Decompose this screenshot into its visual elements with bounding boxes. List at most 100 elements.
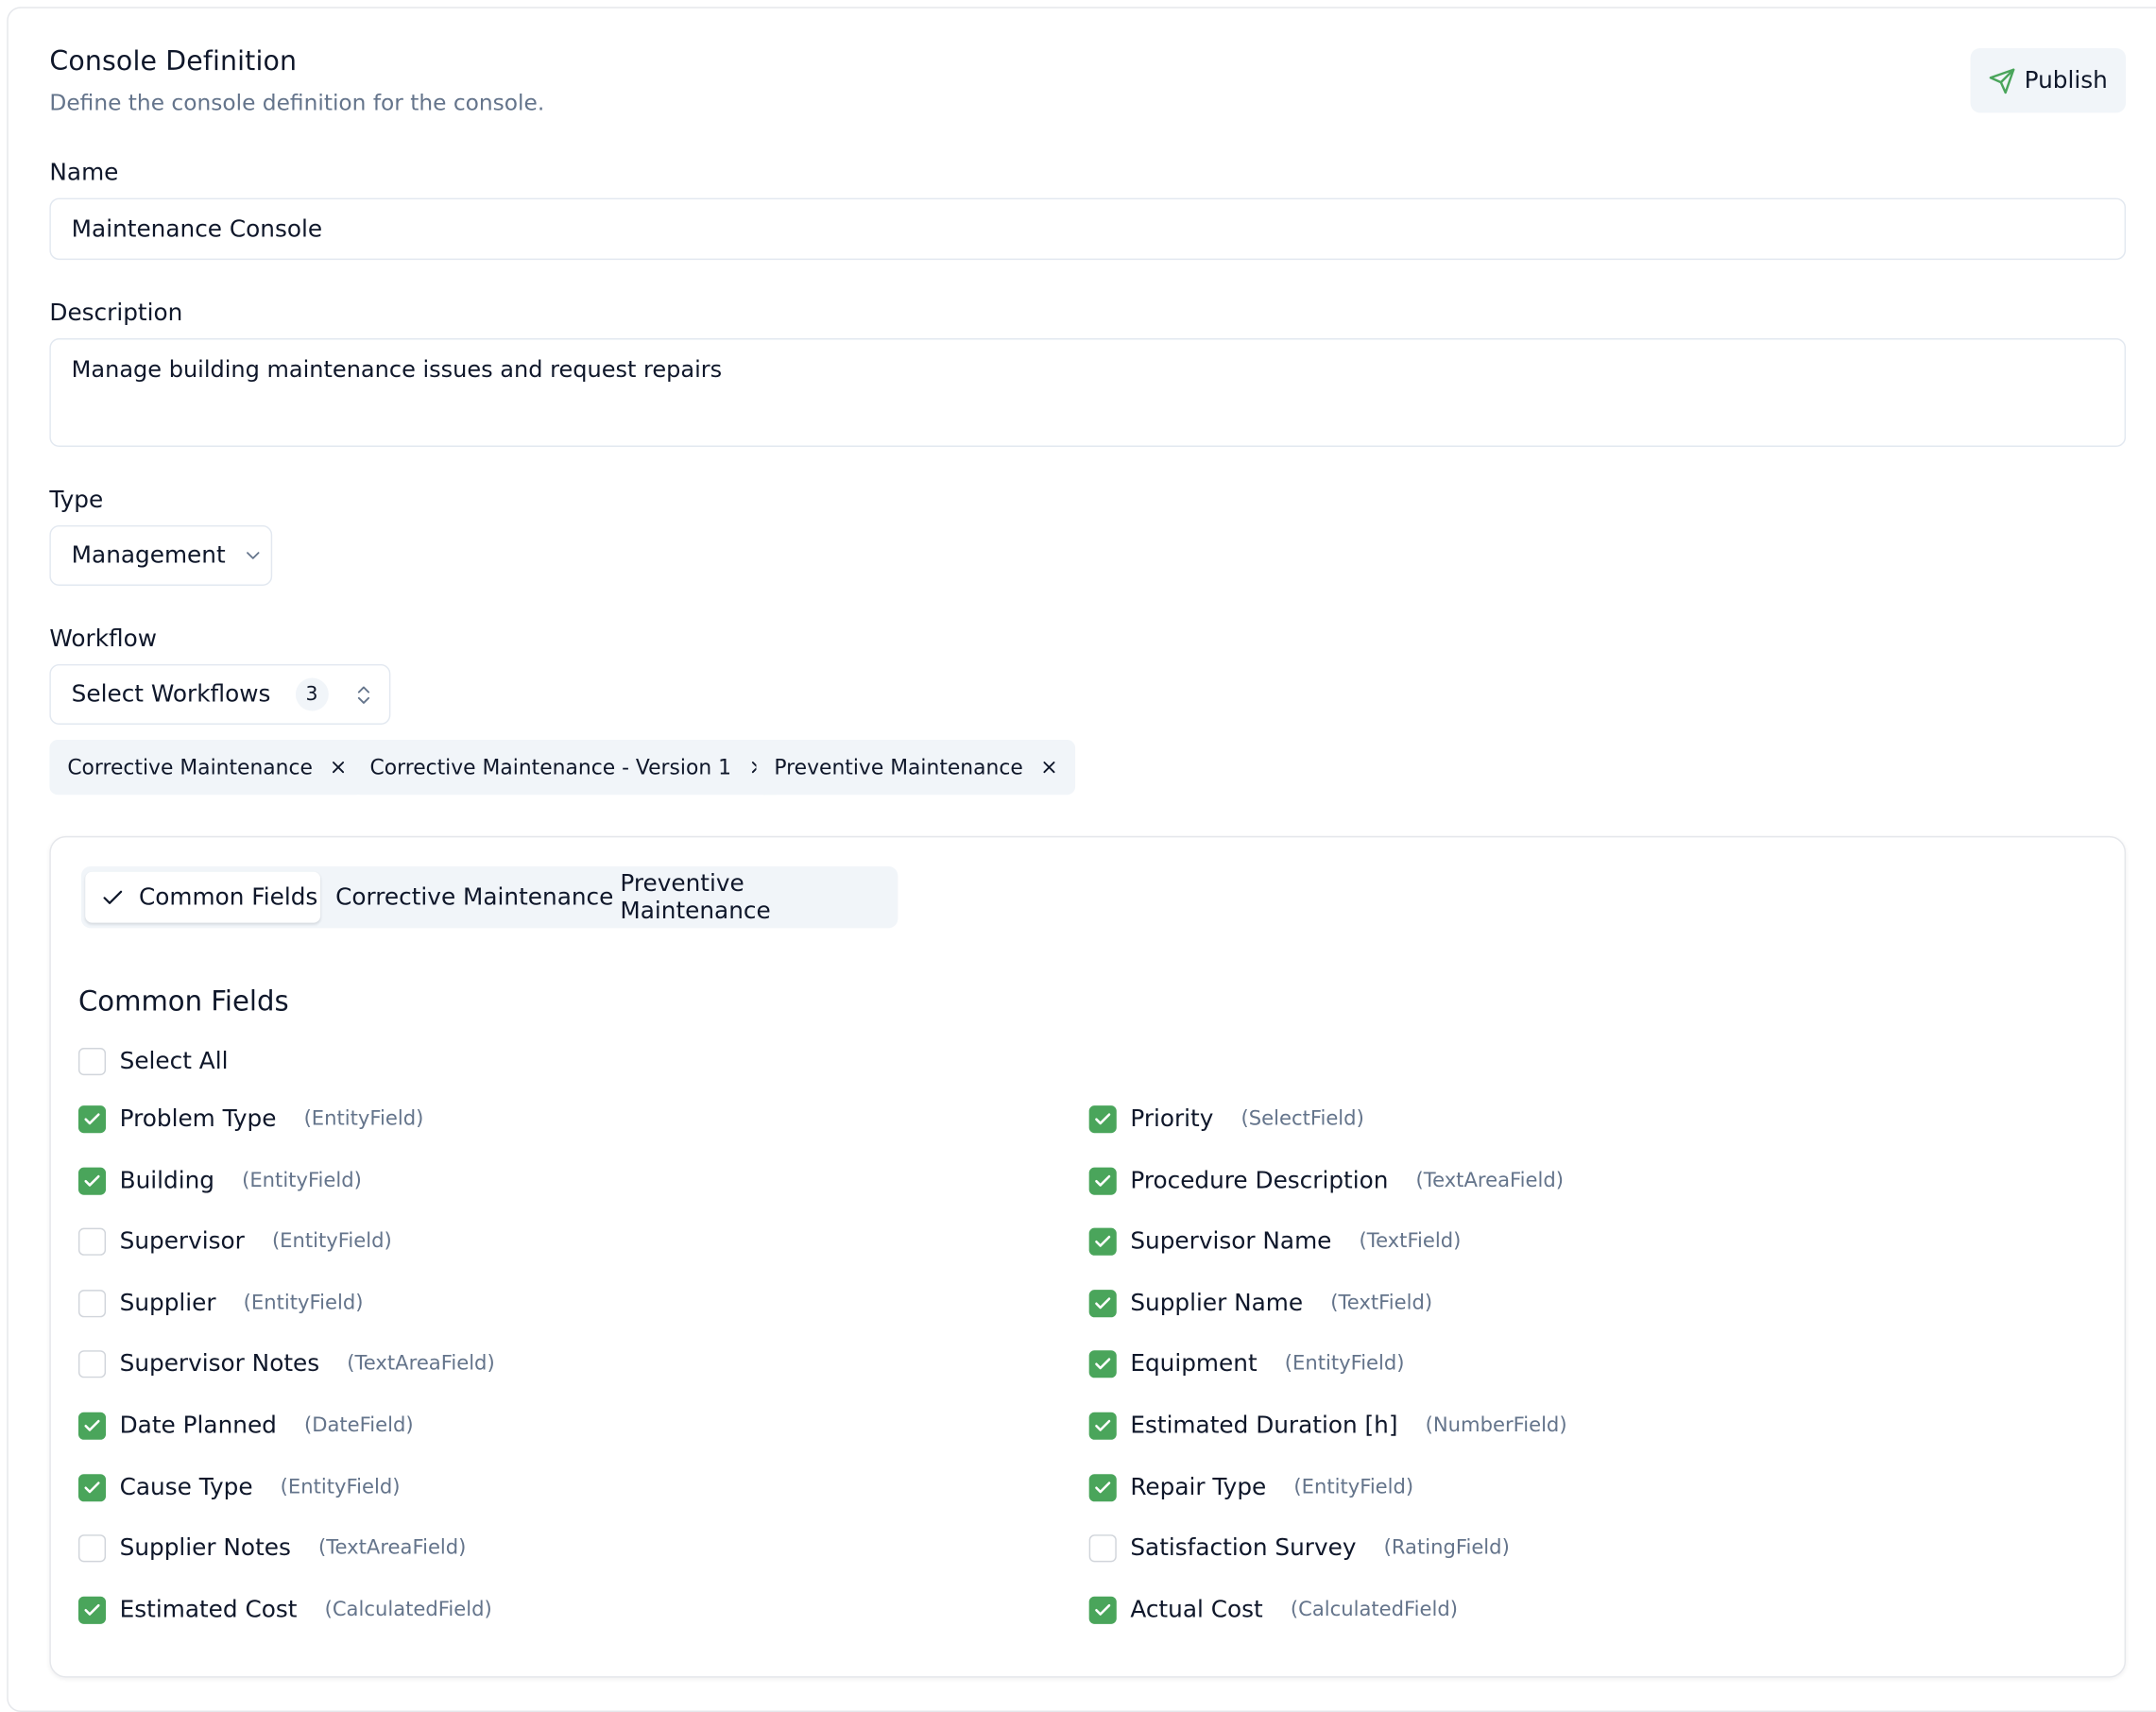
field-row-actual-cost: Actual Cost (CalculatedField) (1088, 1596, 1458, 1624)
check-icon (1093, 1601, 1112, 1619)
field-type: (SelectField) (1241, 1108, 1364, 1131)
field-label: Supervisor (119, 1227, 245, 1257)
check-icon (1093, 1232, 1112, 1251)
field-type: (EntityField) (280, 1476, 401, 1498)
field-type: (NumberField) (1425, 1414, 1567, 1437)
field-label: Actual Cost (1130, 1596, 1263, 1624)
field-type: (TextField) (1359, 1230, 1462, 1254)
field-checkbox-estimated-cost[interactable] (77, 1596, 107, 1624)
section-title: Common Fields (77, 984, 289, 1018)
field-label: Supervisor Notes (119, 1350, 320, 1378)
field-type: (EntityField) (243, 1292, 364, 1315)
type-select-value: Management (71, 541, 226, 570)
field-label: Equipment (1130, 1350, 1258, 1378)
tab-common-fields[interactable]: Common Fields (85, 871, 321, 923)
field-label: Cause Type (119, 1473, 253, 1501)
field-type: (EntityField) (1284, 1353, 1405, 1376)
page: Console Definition Define the console de… (0, 0, 2156, 1712)
field-type: (TextAreaField) (317, 1537, 467, 1560)
workflow-chip-label: Preventive Maintenance (774, 755, 1023, 780)
field-type: (RatingField) (1383, 1537, 1510, 1560)
field-checkbox-satisfaction-survey[interactable] (1088, 1534, 1117, 1563)
workflow-label: Workflow (49, 625, 158, 654)
field-label: Problem Type (119, 1105, 277, 1134)
publish-button-label: Publish (2024, 66, 2108, 94)
tab-label: Common Fields (138, 883, 318, 912)
field-checkbox-building[interactable] (77, 1167, 107, 1195)
publish-button[interactable]: Publish (1970, 47, 2127, 113)
field-row-building: Building (EntityField) (77, 1167, 362, 1195)
workflow-chip-label: Corrective Maintenance - Version 1 (369, 755, 731, 780)
field-checkbox-supplier-name[interactable] (1088, 1289, 1117, 1317)
check-icon (1093, 1110, 1112, 1129)
name-input-value: Maintenance Console (71, 214, 323, 243)
field-label: Supplier Notes (119, 1534, 291, 1563)
check-icon (1093, 1478, 1112, 1497)
workflow-select-label: Select Workflows (71, 680, 271, 709)
field-row-procedure-description: Procedure Description (TextAreaField) (1088, 1167, 1564, 1195)
check-icon (82, 1601, 101, 1619)
check-icon (1093, 1416, 1112, 1435)
chevrons-up-down-icon (351, 683, 375, 707)
check-icon (1093, 1293, 1112, 1312)
workflow-chip: Corrective Maintenance - Version 1 (351, 740, 784, 796)
check-icon (82, 1478, 101, 1497)
field-checkbox-date-planned[interactable] (77, 1412, 107, 1440)
name-label: Name (49, 159, 119, 187)
select-all-checkbox[interactable] (77, 1048, 107, 1076)
field-type: (EntityField) (1293, 1476, 1414, 1498)
field-label: Building (119, 1167, 214, 1195)
field-checkbox-priority[interactable] (1088, 1105, 1117, 1134)
field-checkbox-supervisor-notes[interactable] (77, 1350, 107, 1378)
field-checkbox-procedure-description[interactable] (1088, 1167, 1117, 1195)
field-checkbox-repair-type[interactable] (1088, 1473, 1117, 1501)
close-icon[interactable] (329, 758, 348, 777)
tab-label: Preventive Maintenance (620, 869, 771, 925)
tab-preventive-maintenance[interactable]: Preventive Maintenance (620, 869, 898, 925)
field-checkbox-supervisor[interactable] (77, 1227, 107, 1257)
field-type: (EntityField) (242, 1169, 362, 1192)
description-label: Description (49, 300, 183, 328)
field-checkbox-problem-type[interactable] (77, 1105, 107, 1134)
workflow-select[interactable]: Select Workflows 3 (49, 663, 391, 725)
field-type: (TextField) (1330, 1292, 1433, 1315)
field-checkbox-cause-type[interactable] (77, 1473, 107, 1501)
type-select[interactable]: Management (49, 524, 273, 587)
field-row-cause-type: Cause Type (EntityField) (77, 1473, 401, 1501)
check-icon (82, 1416, 101, 1435)
field-label: Supplier (119, 1289, 216, 1317)
field-row-problem-type: Problem Type (EntityField) (77, 1105, 423, 1134)
check-icon (82, 1171, 101, 1190)
field-checkbox-equipment[interactable] (1088, 1350, 1117, 1378)
select-all-label: Select All (119, 1048, 229, 1076)
field-checkbox-supplier-notes[interactable] (77, 1534, 107, 1563)
field-checkbox-actual-cost[interactable] (1088, 1596, 1117, 1624)
field-row-supplier: Supplier (EntityField) (77, 1289, 364, 1317)
field-label: Supplier Name (1130, 1289, 1304, 1317)
name-input[interactable]: Maintenance Console (49, 197, 2127, 261)
close-icon[interactable] (1039, 758, 1058, 777)
field-row-supervisor-name: Supervisor Name (TextField) (1088, 1227, 1462, 1257)
field-checkbox-supervisor-name[interactable] (1088, 1227, 1117, 1257)
field-label: Repair Type (1130, 1473, 1267, 1501)
field-checkbox-supplier[interactable] (77, 1289, 107, 1317)
field-type: (CalculatedField) (1290, 1599, 1458, 1621)
field-row-supplier-notes: Supplier Notes (TextAreaField) (77, 1534, 467, 1563)
description-textarea-value: Manage building maintenance issues and r… (71, 355, 723, 383)
field-label: Estimated Duration [h] (1130, 1412, 1398, 1440)
fields-tabs: Common Fields Corrective Maintenance Pre… (80, 865, 898, 929)
field-row-date-planned: Date Planned (DateField) (77, 1412, 414, 1440)
field-row-estimated-duration-h: Estimated Duration [h] (NumberField) (1088, 1412, 1567, 1440)
tab-label: Corrective Maintenance (335, 883, 614, 912)
check-icon (1093, 1171, 1112, 1190)
field-label: Procedure Description (1130, 1167, 1389, 1195)
field-type: (DateField) (303, 1414, 414, 1437)
chevron-down-icon (242, 544, 264, 566)
description-textarea[interactable]: Manage building maintenance issues and r… (49, 338, 2127, 448)
field-type: (EntityField) (271, 1230, 392, 1254)
field-label: Satisfaction Survey (1130, 1534, 1357, 1563)
field-checkbox-estimated-duration-h[interactable] (1088, 1412, 1117, 1440)
page-title: Console Definition (49, 45, 298, 77)
check-icon (100, 885, 139, 910)
tab-corrective-maintenance[interactable]: Corrective Maintenance (335, 872, 613, 923)
